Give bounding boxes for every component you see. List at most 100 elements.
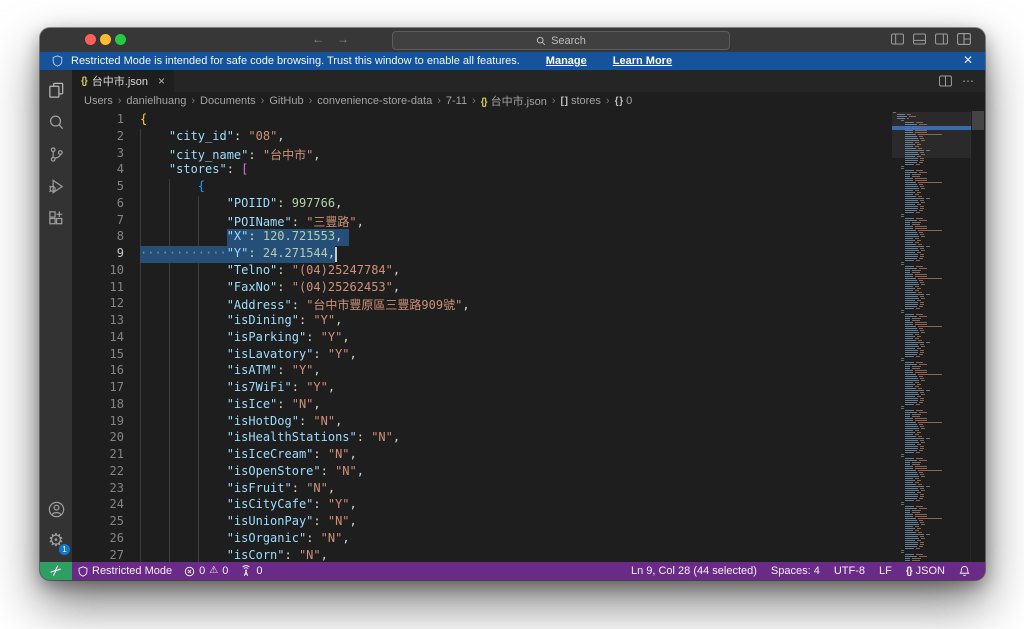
nav-forward-icon[interactable]: →: [337, 32, 349, 46]
split-editor-icon[interactable]: [939, 75, 952, 87]
code-line[interactable]: 23 "isFruit": "N",: [72, 480, 889, 498]
remote-indicator[interactable]: ><: [40, 562, 72, 580]
code-line[interactable]: 17 "is7WiFi": "Y",: [72, 380, 889, 397]
customize-layout-icon[interactable]: [957, 33, 971, 45]
explorer-icon[interactable]: [41, 75, 71, 105]
code-line[interactable]: 21 "isIceCream": "N",: [72, 447, 889, 464]
breadcrumb-item[interactable]: { } 0: [615, 95, 633, 107]
code-line[interactable]: 15 "isLavatory": "Y",: [72, 346, 889, 364]
line-number: 9: [116, 246, 124, 260]
tab-taichung-json[interactable]: {} 台中市.json ×: [72, 70, 175, 92]
toggle-secondary-sidebar-icon[interactable]: [935, 33, 948, 45]
indentation-status[interactable]: Spaces: 4: [764, 562, 827, 580]
minimize-window-button[interactable]: [100, 34, 111, 45]
code-line[interactable]: 12 "Address": "台中市豐原區三豐路909號",: [72, 296, 889, 313]
manage-link[interactable]: Manage: [546, 55, 587, 67]
vertical-scrollbar[interactable]: [970, 110, 985, 562]
code-line[interactable]: 6 "POIID": 997766,: [72, 195, 889, 213]
breadcrumb-separator: ›: [117, 95, 122, 107]
scrollbar-thumb[interactable]: [972, 111, 984, 130]
maximize-window-button[interactable]: [115, 34, 126, 45]
code-line[interactable]: 25 "isUnionPay": "N",: [72, 514, 889, 531]
line-number: 14: [109, 329, 124, 344]
breadcrumb-item[interactable]: danielhuang: [126, 95, 186, 107]
code-line[interactable]: 1{: [72, 112, 889, 129]
settings-gear-icon[interactable]: ⚙ 1: [41, 526, 71, 556]
symbol-icon: [ ]: [560, 96, 569, 107]
errors-icon: [184, 566, 195, 576]
cursor-position-status[interactable]: Ln 9, Col 28 (44 selected): [624, 562, 764, 580]
restricted-mode-label: Restricted Mode: [92, 565, 173, 577]
code-line[interactable]: 2 "city_id": "08",: [72, 128, 889, 146]
line-number: 7: [116, 212, 124, 227]
breadcrumb-item[interactable]: convenience-store-data: [317, 95, 432, 107]
code-line[interactable]: 20 "isHealthStations": "N",: [72, 430, 889, 447]
breadcrumb-separator: ›: [605, 95, 610, 107]
code-line[interactable]: 7 "POIName": "三豐路",: [72, 212, 889, 230]
errors-count: 0: [199, 565, 206, 577]
symbol-icon: {}: [480, 97, 488, 108]
breadcrumb-item[interactable]: GitHub: [269, 95, 303, 107]
breadcrumb-separator: ›: [260, 95, 265, 107]
command-center-search[interactable]: Search: [392, 31, 730, 50]
encoding-status[interactable]: UTF-8: [827, 562, 872, 580]
code-line[interactable]: 3 "city_name": "台中市",: [72, 145, 889, 163]
code-line[interactable]: 24 "isCityCafe": "Y",: [72, 497, 889, 514]
code-line[interactable]: 27 "isCorn": "N",: [72, 547, 889, 562]
tab-bar: {} 台中市.json × ⋯: [72, 70, 985, 92]
breadcrumb-item[interactable]: [ ] stores: [561, 95, 601, 107]
run-debug-icon[interactable]: [41, 171, 71, 201]
breadcrumb-item[interactable]: {} 台中市.json: [481, 93, 547, 109]
code-line[interactable]: 9 ············"Y": 24.271544,: [72, 246, 889, 263]
restricted-mode-status[interactable]: Restricted Mode: [72, 562, 178, 580]
problems-status[interactable]: 0 ⚠ 0: [178, 562, 234, 580]
code-line[interactable]: 8 "X": 120.721553,: [72, 229, 889, 246]
settings-badge: 1: [59, 544, 70, 555]
code-line[interactable]: 26 "isOrganic": "N",: [72, 530, 889, 548]
breadcrumb-item[interactable]: Users: [84, 95, 113, 107]
code-line[interactable]: 19 "isHotDog": "N",: [72, 413, 889, 431]
code-line[interactable]: 16 "isATM": "Y",: [72, 363, 889, 380]
line-number: 10: [109, 262, 124, 277]
radio-tower-icon: [242, 565, 251, 576]
line-number: 11: [109, 279, 124, 294]
code-line[interactable]: 14 "isParking": "Y",: [72, 329, 889, 347]
toggle-sidebar-icon[interactable]: [891, 33, 904, 45]
ports-status[interactable]: 0: [234, 562, 268, 580]
learn-more-link[interactable]: Learn More: [613, 55, 672, 67]
breadcrumb-item[interactable]: Documents: [200, 95, 256, 107]
line-number: 27: [109, 547, 124, 562]
more-actions-icon[interactable]: ⋯: [962, 74, 975, 88]
line-number: 18: [109, 396, 124, 411]
extensions-icon[interactable]: [41, 203, 71, 233]
code-line[interactable]: 5 {: [72, 179, 889, 196]
eol-status[interactable]: LF: [872, 562, 899, 580]
code-line[interactable]: 18 "isIce": "N",: [72, 396, 889, 414]
close-window-button[interactable]: [85, 34, 96, 45]
nav-back-icon[interactable]: ←: [312, 32, 324, 46]
accounts-icon[interactable]: [41, 494, 71, 524]
source-control-icon[interactable]: [41, 139, 71, 169]
minimap[interactable]: [892, 110, 971, 562]
toggle-panel-icon[interactable]: [913, 33, 926, 45]
line-number: 19: [109, 413, 124, 428]
breadcrumb-separator: ›: [308, 95, 313, 107]
tab-label: 台中市.json: [91, 76, 149, 88]
tab-close-icon[interactable]: ×: [158, 74, 165, 88]
code-line[interactable]: 4 "stores": [: [72, 162, 889, 179]
code-editor[interactable]: 1{2 "city_id": "08", 3 "city_name": "台中市"…: [72, 110, 985, 562]
code-line[interactable]: 13 "isDining": "Y",: [72, 313, 889, 330]
line-number: 17: [109, 380, 124, 394]
search-sidebar-icon[interactable]: [41, 107, 71, 137]
code-line[interactable]: 11 "FaxNo": "(04)25262453",: [72, 279, 889, 297]
language-mode-status[interactable]: {} JSON: [899, 562, 952, 580]
line-number: 3: [116, 145, 124, 160]
json-file-icon: {}: [81, 75, 88, 87]
ports-count: 0: [256, 565, 263, 577]
notifications-status[interactable]: [952, 562, 977, 580]
banner-close-icon[interactable]: ✕: [963, 53, 973, 67]
breadcrumb-item[interactable]: 7-11: [446, 95, 467, 107]
line-number: 1: [116, 112, 124, 126]
code-line[interactable]: 22 "isOpenStore": "N",: [72, 463, 889, 481]
code-line[interactable]: 10 "Telno": "(04)25247784",: [72, 262, 889, 280]
